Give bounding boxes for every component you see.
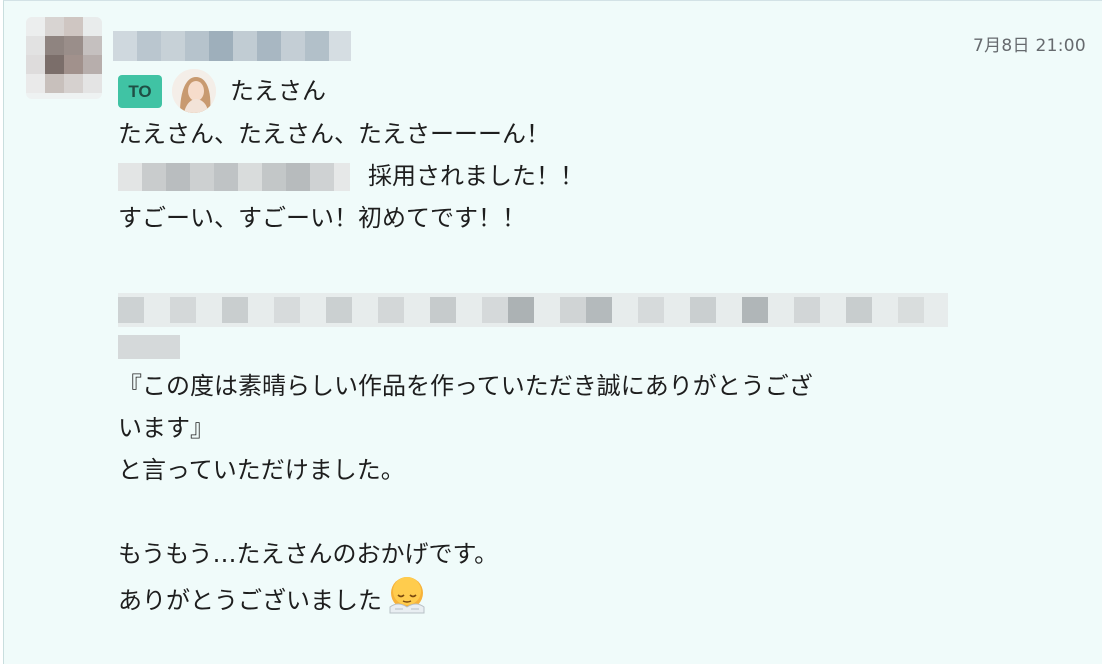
message-line: と言っていただけました。 bbox=[118, 456, 405, 484]
message-line: たえさん、たえさん、たえさーーーん！ bbox=[118, 120, 550, 148]
redacted-paragraph bbox=[118, 281, 948, 365]
recipient-name: たえさん bbox=[230, 77, 326, 105]
redacted-text bbox=[118, 163, 350, 191]
sender-name-redacted bbox=[113, 31, 351, 61]
message-timestamp: 7月8日 21:00 bbox=[972, 36, 1086, 56]
to-badge: TO bbox=[118, 74, 162, 108]
chat-message: 7月8日 21:00 TO たえさん たえさん、たえさん、たえさーーーん！ 採用… bbox=[3, 0, 1102, 664]
message-line: もうもう…たえさんのおかげです。 bbox=[118, 540, 499, 568]
message-line-text: ありがとうございました bbox=[118, 586, 382, 615]
message-body: たえさん、たえさん、たえさーーーん！ 採用されました！！ すごーい、すごーい！初… bbox=[118, 113, 1018, 617]
message-line: 採用されました！！ bbox=[118, 155, 1018, 197]
message-line: います』 bbox=[118, 414, 214, 442]
sender-avatar[interactable] bbox=[26, 17, 102, 99]
message-line: すごーい、すごーい！初めてです！！ bbox=[118, 204, 526, 232]
recipient-avatar[interactable] bbox=[172, 69, 216, 113]
message-line: ありがとうございました bbox=[118, 575, 1018, 617]
to-recipient-row: TO たえさん bbox=[118, 69, 326, 113]
message-line-text: 採用されました！！ bbox=[368, 162, 584, 190]
bowing-face-emoji-icon bbox=[386, 575, 428, 628]
message-line: 『この度は素晴らしい作品を作っていただき誠にありがとうござ bbox=[118, 372, 813, 400]
